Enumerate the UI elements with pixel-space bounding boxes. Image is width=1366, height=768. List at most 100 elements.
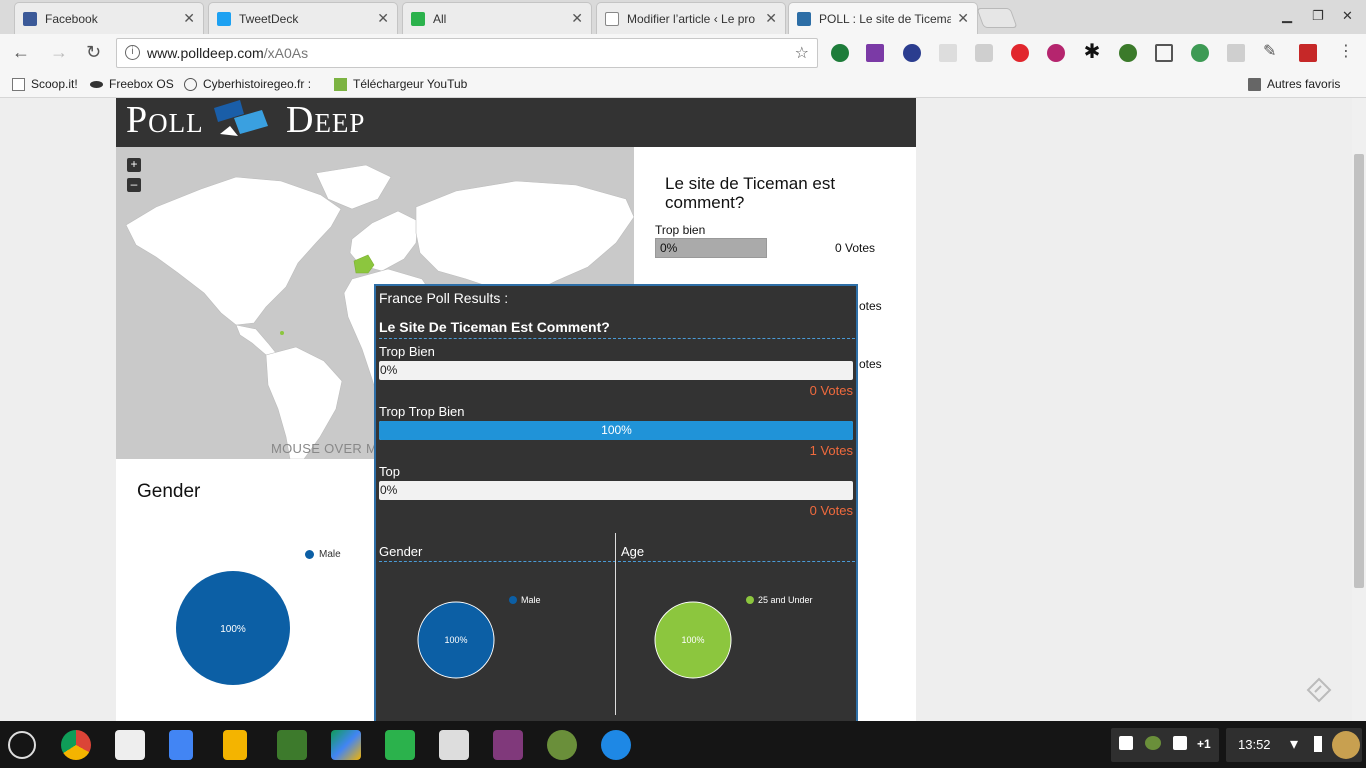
bookmark-label: Téléchargeur YouTub: [353, 77, 468, 91]
popup-option-votes: 0 Votes: [809, 503, 853, 518]
popup-age-pie-chart[interactable]: 100%: [654, 601, 732, 679]
tab-title: Modifier l’article ‹ Le pro: [627, 11, 756, 26]
url-host: www.polldeep.com: [147, 45, 264, 61]
info-icon[interactable]: i: [125, 45, 140, 60]
grid-extension-icon[interactable]: [1227, 44, 1245, 62]
tab-modifier-article[interactable]: Modifier l’article ‹ Le pro ✕: [596, 2, 786, 34]
gender-chart-legend: Male: [305, 549, 341, 560]
tab-title: POLL : Le site de Ticema: [819, 11, 952, 26]
new-tab-button[interactable]: [976, 8, 1018, 28]
poll-option-votes: otes: [859, 299, 882, 313]
bookmark-freebox[interactable]: Freebox OS: [90, 77, 174, 91]
freebox-icon: [90, 80, 103, 88]
drive-icon[interactable]: [331, 730, 361, 760]
stack-icon: [1173, 736, 1187, 750]
chrome-icon[interactable]: [61, 730, 91, 760]
popup-option-votes: 1 Votes: [809, 443, 853, 458]
page-scrollbar[interactable]: [1352, 98, 1366, 721]
divider: [379, 338, 855, 339]
forward-arrow-icon[interactable]: →: [50, 42, 68, 63]
bookmark-label: Cyberhistoiregeo.fr :: [203, 77, 312, 91]
popup-question: Le Site De Ticeman Est Comment?: [379, 319, 610, 335]
tab-facebook[interactable]: Facebook ✕: [14, 2, 204, 34]
scrollbar-thumb[interactable]: [1354, 154, 1364, 588]
feedly-float-icon[interactable]: [1306, 677, 1332, 703]
play-store-icon[interactable]: [439, 730, 469, 760]
turtle-icon[interactable]: [1119, 44, 1137, 62]
bookmark-star-icon[interactable]: ☆: [795, 43, 809, 63]
popup-option-votes: 0 Votes: [809, 383, 853, 398]
restore-icon[interactable]: ❐: [1312, 8, 1324, 24]
web-page: Poll Deep + – MOUSE OVER M Le site de Ti…: [0, 98, 1352, 721]
gif-extension-icon[interactable]: [939, 44, 957, 62]
poll-option-votes: otes: [859, 357, 882, 371]
rss-icon[interactable]: [975, 44, 993, 62]
popup-age-title: Age: [621, 544, 645, 559]
opera-extension-icon[interactable]: [1011, 44, 1029, 62]
menu-icon[interactable]: ⋮: [1337, 44, 1355, 62]
site-logo[interactable]: Poll Deep: [126, 98, 364, 142]
cast-icon[interactable]: [1155, 44, 1173, 62]
docs-icon[interactable]: [169, 730, 193, 760]
close-window-icon[interactable]: ✕: [1342, 8, 1353, 24]
reload-icon[interactable]: ↻: [86, 42, 101, 63]
popup-option-bar: 0%: [379, 361, 853, 380]
logo-text-right: Deep: [286, 99, 366, 141]
logo-text-left: Poll: [126, 99, 204, 141]
popup-option-label: Trop Bien: [379, 344, 435, 359]
back-arrow-icon[interactable]: ←: [12, 42, 30, 63]
owl-icon: [184, 77, 197, 91]
turtle-app-icon[interactable]: [547, 730, 577, 760]
tab-polldeep[interactable]: POLL : Le site de Ticema ✕: [788, 2, 978, 34]
files-icon[interactable]: [601, 730, 631, 760]
bookmark-cyberhistoiregeo[interactable]: Cyberhistoiregeo.fr :: [184, 77, 324, 91]
close-icon[interactable]: ✕: [765, 10, 777, 27]
pocket-extension-icon[interactable]: [1047, 44, 1065, 62]
pie-slice-label: 100%: [444, 635, 467, 645]
onenote-icon[interactable]: [866, 44, 884, 62]
popup-option-label: Top: [379, 464, 400, 479]
k-extension-icon[interactable]: [903, 44, 921, 62]
asterisk-icon[interactable]: ✱: [1083, 42, 1101, 62]
tab-tweetdeck[interactable]: TweetDeck ✕: [208, 2, 398, 34]
notification-tray[interactable]: +1: [1111, 728, 1219, 762]
os-shelf: +1 13:52 ▾: [0, 721, 1366, 768]
extension-download-icon[interactable]: [831, 44, 849, 62]
bookmark-youtube-downloader[interactable]: Téléchargeur YouTub: [334, 77, 470, 91]
legend-dot: [509, 596, 517, 604]
address-bar[interactable]: i www.polldeep.com/xA0As ☆: [116, 38, 818, 68]
close-icon[interactable]: ✕: [957, 10, 969, 27]
zoom-out-button[interactable]: –: [127, 178, 141, 192]
onenote-icon[interactable]: [493, 730, 523, 760]
feedly-icon[interactable]: [385, 730, 415, 760]
avatar[interactable]: [1332, 731, 1360, 759]
pen-icon[interactable]: ✎: [1263, 44, 1281, 62]
french-guiana-region[interactable]: [280, 331, 284, 335]
map-hint-text: MOUSE OVER M: [271, 441, 378, 456]
extension-badge-icon[interactable]: [1191, 44, 1209, 62]
poll-option-votes: 0 Votes: [835, 241, 876, 255]
close-icon[interactable]: ✕: [377, 10, 389, 27]
status-area[interactable]: 13:52 ▾: [1226, 728, 1362, 762]
zoom-in-button[interactable]: +: [127, 158, 141, 172]
close-icon[interactable]: ✕: [183, 10, 195, 27]
popup-age-legend: 25 and Under: [746, 595, 813, 605]
bookmark-scoopit[interactable]: Scoop.it!: [12, 77, 78, 91]
launcher-button[interactable]: [8, 731, 36, 759]
charts-app-icon[interactable]: [277, 730, 307, 760]
slides-icon[interactable]: [223, 730, 247, 760]
book-extension-icon[interactable]: [1299, 44, 1317, 62]
gmail-icon[interactable]: [115, 730, 145, 760]
tab-feedly-all[interactable]: All ✕: [402, 2, 592, 34]
gender-pie-chart[interactable]: 100%: [175, 570, 291, 686]
close-icon[interactable]: ✕: [571, 10, 583, 27]
minimize-icon[interactable]: ▁: [1282, 8, 1292, 24]
legend-dot: [305, 550, 314, 559]
bookmark-other[interactable]: Autres favoris: [1248, 77, 1340, 91]
twitter-icon: [217, 11, 231, 26]
poll-option-bar[interactable]: 0%: [655, 238, 767, 258]
poll-question: Le site de Ticeman est comment?: [665, 174, 836, 212]
popup-title: France Poll Results :: [379, 290, 509, 306]
turtle-icon: [1145, 736, 1161, 750]
popup-gender-pie-chart[interactable]: 100%: [417, 601, 495, 679]
